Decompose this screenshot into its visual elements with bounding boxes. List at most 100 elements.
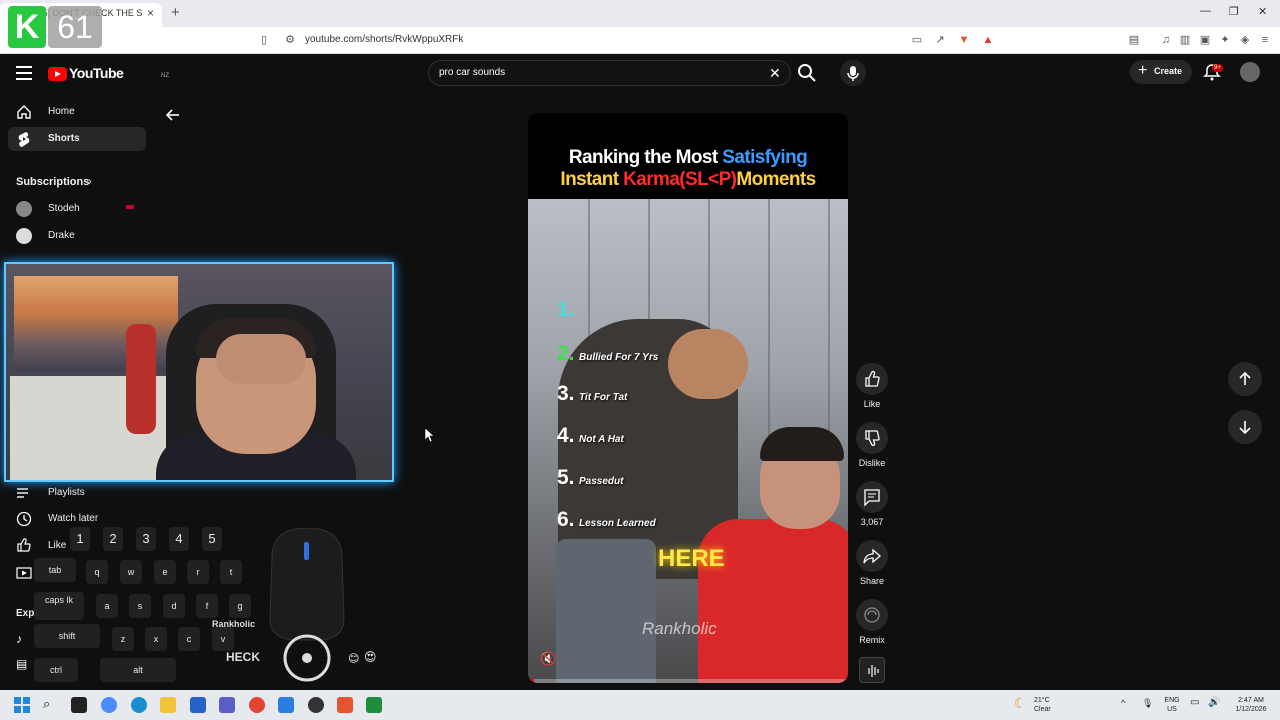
windows-start-icon[interactable]: [14, 697, 30, 713]
movies-icon[interactable]: ▤: [16, 657, 27, 671]
key-d: d: [163, 594, 185, 618]
badge-number: 61: [48, 6, 102, 48]
sidebar-toggle-icon[interactable]: ▥: [1178, 33, 1192, 47]
url-field[interactable]: youtube.com/shorts/RvkWppuXRFk: [305, 34, 463, 45]
brave-icon[interactable]: [337, 697, 353, 713]
create-button[interactable]: + Create: [1130, 60, 1192, 84]
notebook-icon[interactable]: [366, 697, 382, 713]
hamburger-menu-icon[interactable]: [16, 66, 32, 80]
like-action[interactable]: Like: [856, 363, 888, 409]
new-tab-button[interactable]: +: [171, 4, 180, 21]
input-language[interactable]: ENG: [1160, 696, 1184, 705]
sidebar-item-shorts[interactable]: Shorts: [8, 127, 146, 151]
sidebar-item-watch-later[interactable]: Watch later: [48, 513, 98, 524]
arrow-down-icon: [1239, 421, 1251, 435]
youtube-logo[interactable]: YouTube NZ: [48, 65, 169, 83]
account-avatar[interactable]: [1240, 62, 1260, 82]
bookmark-icon[interactable]: ▯: [257, 33, 271, 47]
dislike-button[interactable]: [856, 422, 888, 454]
short-title-line-1: Ranking the Most Satisfying: [528, 147, 848, 169]
search-taskbar-icon[interactable]: ⌕: [43, 696, 50, 712]
search-input[interactable]: pro car sounds: [439, 67, 505, 78]
subscription-item-stodeh[interactable]: Stodeh: [48, 203, 80, 214]
emoji-icon: 😊: [348, 653, 360, 665]
reading-list-icon[interactable]: ▤: [1127, 33, 1141, 47]
share-button[interactable]: [856, 540, 888, 572]
tab-close-button[interactable]: ×: [147, 6, 154, 20]
network-icon[interactable]: ▭: [1190, 697, 1199, 708]
speaker-icon[interactable]: 🔊: [1208, 697, 1220, 708]
sidebar-item-liked[interactable]: Like: [48, 540, 66, 551]
clock-icon: [16, 511, 32, 527]
thumbs-up-icon: [865, 370, 880, 387]
video-progress-bar[interactable]: [528, 679, 848, 683]
search-icon[interactable]: [797, 63, 817, 83]
edge-icon[interactable]: [131, 697, 147, 713]
weather-description: Clear: [1034, 706, 1051, 713]
app-icon[interactable]: [278, 697, 294, 713]
rank-number: 6.: [557, 508, 575, 531]
file-explorer-icon[interactable]: [160, 697, 176, 713]
remix-button[interactable]: [856, 599, 888, 631]
share-page-icon[interactable]: ↗: [933, 33, 947, 47]
rank-number: 4.: [557, 424, 575, 447]
back-arrow-icon[interactable]: [164, 106, 182, 124]
dislike-action[interactable]: Dislike: [856, 422, 888, 468]
search-box[interactable]: pro car sounds ✕: [428, 60, 791, 86]
restore-icon[interactable]: ❐: [1229, 5, 1239, 18]
chevron-right-icon[interactable]: ›: [88, 176, 92, 188]
vpn-icon[interactable]: ◈: [1238, 33, 1252, 47]
clock-date[interactable]: 1/12/2026: [1228, 705, 1274, 714]
microphone-tray-icon[interactable]: 🎙: [1142, 698, 1153, 709]
sound-waveform-button[interactable]: [859, 657, 885, 683]
minimize-icon[interactable]: —: [1200, 5, 1211, 17]
previous-short-button[interactable]: [1228, 362, 1262, 396]
title-segment: Instant: [560, 169, 624, 190]
sidebar-item-playlists[interactable]: Playlists: [48, 487, 85, 498]
subscriptions-heading[interactable]: Subscriptions: [16, 176, 89, 188]
copilot-icon[interactable]: [101, 697, 117, 713]
site-info-icon[interactable]: ⚙: [283, 33, 297, 47]
clock-time[interactable]: 2:47 AM: [1228, 696, 1274, 705]
media-icon[interactable]: ♫: [1159, 33, 1173, 47]
key-shift: shift: [34, 624, 100, 648]
title-segment: Moments: [736, 169, 816, 190]
brave-shield-icon[interactable]: ▼: [957, 33, 971, 47]
rank-text: Bullied For 7 Yrs: [579, 352, 659, 363]
clear-search-icon[interactable]: ✕: [769, 65, 781, 82]
badge-letter: K: [8, 6, 46, 48]
subscription-item-drake[interactable]: Drake: [48, 230, 75, 241]
key-e: e: [154, 560, 176, 584]
video-person-right-shirt: [698, 519, 848, 683]
wallet-icon[interactable]: ▣: [1198, 33, 1212, 47]
share-action[interactable]: Share: [856, 540, 888, 586]
brave-rewards-icon[interactable]: ▲: [981, 33, 995, 47]
next-short-button[interactable]: [1228, 410, 1262, 444]
obs-icon[interactable]: [308, 697, 324, 713]
shorts-icon: [18, 132, 30, 147]
volume-icon[interactable]: 🔇: [540, 651, 560, 671]
short-video-player[interactable]: Ranking the Most Satisfying Instant Karm…: [528, 113, 848, 683]
comments-button[interactable]: [856, 481, 888, 513]
channel-avatar-drake[interactable]: [16, 228, 32, 244]
chrome-icon[interactable]: [249, 697, 265, 713]
remix-action[interactable]: Remix: [856, 599, 888, 645]
music-icon[interactable]: ♪: [16, 632, 22, 646]
input-region[interactable]: US: [1160, 705, 1184, 714]
store-icon[interactable]: [190, 697, 206, 713]
channel-avatar-stodeh[interactable]: [16, 201, 32, 217]
leo-icon[interactable]: ✦: [1218, 33, 1232, 47]
webcam-overlay: [4, 262, 394, 482]
sidebar-item-home[interactable]: Home: [8, 100, 146, 124]
plus-icon: +: [1138, 62, 1148, 79]
mouse-overlay-icon: [269, 528, 345, 682]
menu-more-icon[interactable]: ≡: [1258, 33, 1272, 47]
window-close-icon[interactable]: ✕: [1258, 5, 1267, 18]
task-view-icon[interactable]: [71, 697, 87, 713]
show-hidden-icons[interactable]: ^: [1121, 698, 1125, 708]
teams-icon[interactable]: [219, 697, 235, 713]
voice-search-button[interactable]: [840, 60, 866, 86]
cast-icon[interactable]: ▭: [910, 33, 924, 47]
like-button[interactable]: [856, 363, 888, 395]
comments-action[interactable]: 3,067: [856, 481, 888, 527]
